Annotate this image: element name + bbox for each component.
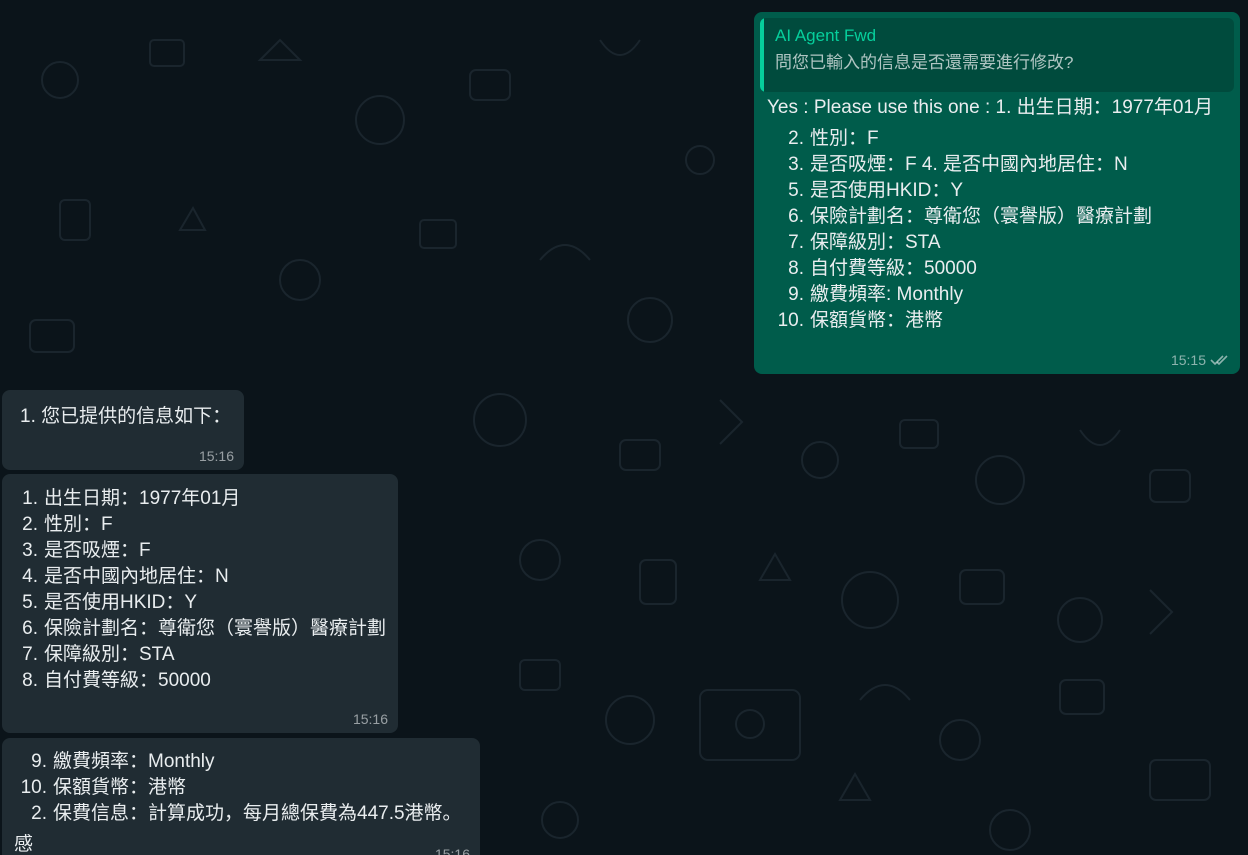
message-list: 9. 繳費頻率：Monthly 10. 保額貨幣：港幣 2. 保費信息：計算成功，每月總保… [18, 749, 462, 827]
list-item-text: 保費信息：計算成功，每月總保費為447.5港幣。 [53, 803, 462, 824]
list-item-text: 自付費等級：50000 [810, 258, 977, 279]
list-item: 5. 是否使用HKID：Y [18, 590, 386, 616]
list-item: 3. 是否吸煙：F 4. 是否中國內地居住：N [767, 152, 1152, 178]
list-item-text: 保險計劃名：尊衛您（寰譽版）醫療計劃 [44, 618, 387, 639]
list-item: 9. 繳費頻率：Monthly [18, 749, 462, 775]
list-item-number: 3. [22, 540, 38, 561]
list-item-text: 性別：F [44, 514, 113, 535]
chat-panel: AI Agent Fwd 問您已輸入的信息是否還需要進行修改? Yes : Pl… [0, 0, 1248, 855]
list-item-number: 2. [31, 803, 47, 824]
list-item-text: 繳費頻率：Monthly [53, 751, 215, 772]
list-item: 8. 自付費等級：50000 [18, 668, 386, 694]
list-item-number: 8. [22, 670, 38, 691]
list-item-text: 繳費頻率: Monthly [810, 284, 964, 305]
incoming-message[interactable]: 1. 您已提供的信息如下： 15:16 [2, 390, 244, 470]
list-item-number: 9. [788, 284, 804, 305]
list-item: 9. 繳費頻率: Monthly [767, 282, 1152, 308]
list-item: 5. 是否使用HKID：Y [767, 178, 1152, 204]
message-meta: 15:16 [353, 711, 388, 727]
message-text: 1. 您已提供的信息如下： [20, 406, 232, 427]
list-item: 2. 保費信息：計算成功，每月總保費為447.5港幣。 [18, 801, 462, 827]
list-item-number: 4. [22, 566, 38, 587]
message-meta: 15:16 [199, 448, 234, 464]
list-item-number: 9. [31, 751, 47, 772]
list-item-number: 1. [22, 488, 38, 509]
incoming-message[interactable]: 9. 繳費頻率：Monthly 10. 保額貨幣：港幣 2. 保費信息：計算成功，每月總保… [2, 738, 480, 855]
message-time: 15:15 [1170, 352, 1206, 368]
list-item: 4. 是否中國內地居住：N [18, 564, 386, 590]
outgoing-message[interactable]: AI Agent Fwd 問您已輸入的信息是否還需要進行修改? Yes : Pl… [754, 12, 1240, 374]
list-item-number: 6. [22, 618, 38, 639]
list-item-text: 保障級別：STA [44, 644, 175, 665]
incoming-message[interactable]: 1. 出生日期：1977年01月 2. 性別：F 3. 是否吸煙：F 4. 是否中國內地居住：… [2, 474, 398, 733]
list-item-number: 5. [22, 592, 38, 613]
list-item: 10. 保額貨幣：港幣 [767, 308, 1152, 334]
message-meta: 15:15 [1171, 352, 1230, 368]
list-item-text: 性別：F [810, 128, 879, 149]
list-item-text: 是否吸煙：F [44, 540, 151, 561]
list-item: 8. 自付費等級：50000 [767, 256, 1152, 282]
quote-text: 問您已輸入的信息是否還需要進行修改? [775, 53, 1074, 72]
message-time: 15:16 [352, 711, 388, 727]
list-item-number: 7. [788, 232, 804, 253]
message-meta: 15:16 [435, 846, 470, 855]
message-list: 2. 性別：F 3. 是否吸煙：F 4. 是否中國內地居住：N 5. 是否使用HKID：Y… [767, 126, 1152, 334]
list-item-text: 是否中國內地居住：N [44, 566, 229, 587]
list-item-text: 保險計劃名：尊衛您（寰譽版）醫療計劃 [810, 206, 1153, 227]
list-item: 7. 保障級別：STA [18, 642, 386, 668]
list-item-text: 是否使用HKID：Y [810, 180, 964, 201]
list-item: 3. 是否吸煙：F [18, 538, 386, 564]
list-item-number: 7. [22, 644, 38, 665]
list-item-text: 自付費等級：50000 [44, 670, 211, 691]
list-item-number: 6. [788, 206, 804, 227]
quote-accent-bar [760, 18, 764, 92]
list-item-text: 保額貨幣：港幣 [810, 310, 944, 331]
list-item-text: 是否使用HKID：Y [44, 592, 198, 613]
list-item: 10. 保額貨幣：港幣 [18, 775, 462, 801]
list-item-number: 2. [22, 514, 38, 535]
quote-author: AI Agent Fwd [775, 26, 877, 45]
message-first-line: Yes : Please use this one : 1. 出生日期：1977… [767, 97, 1214, 118]
list-item-text: 是否吸煙：F 4. 是否中國內地居住：N [810, 154, 1128, 175]
list-item-number: 8. [788, 258, 804, 279]
list-item-number: 3. [788, 154, 804, 175]
list-item: 1. 出生日期：1977年01月 [18, 486, 386, 512]
list-item: 6. 保險計劃名：尊衛您（寰譽版）醫療計劃 [18, 616, 386, 642]
double-check-icon [1210, 355, 1228, 366]
list-item: 2. 性別：F [767, 126, 1152, 152]
list-item-text: 保障級別：STA [810, 232, 941, 253]
message-trailing-text: 感 [14, 834, 34, 855]
message-time: 15:16 [198, 448, 234, 464]
list-item-number: 10. [20, 777, 47, 798]
list-item: 7. 保障級別：STA [767, 230, 1152, 256]
list-item-number: 2. [788, 128, 804, 149]
list-item-text: 出生日期：1977年01月 [44, 488, 241, 509]
list-item-text: 保額貨幣：港幣 [53, 777, 187, 798]
list-item-number: 5. [788, 180, 804, 201]
list-item: 6. 保險計劃名：尊衛您（寰譽版）醫療計劃 [767, 204, 1152, 230]
list-item-number: 10. [777, 310, 804, 331]
message-time: 15:16 [434, 846, 470, 855]
message-list: 1. 出生日期：1977年01月 2. 性別：F 3. 是否吸煙：F 4. 是否中國內地居住：… [18, 486, 386, 694]
quoted-message[interactable]: AI Agent Fwd 問您已輸入的信息是否還需要進行修改? [760, 18, 1234, 92]
list-item: 2. 性別：F [18, 512, 386, 538]
